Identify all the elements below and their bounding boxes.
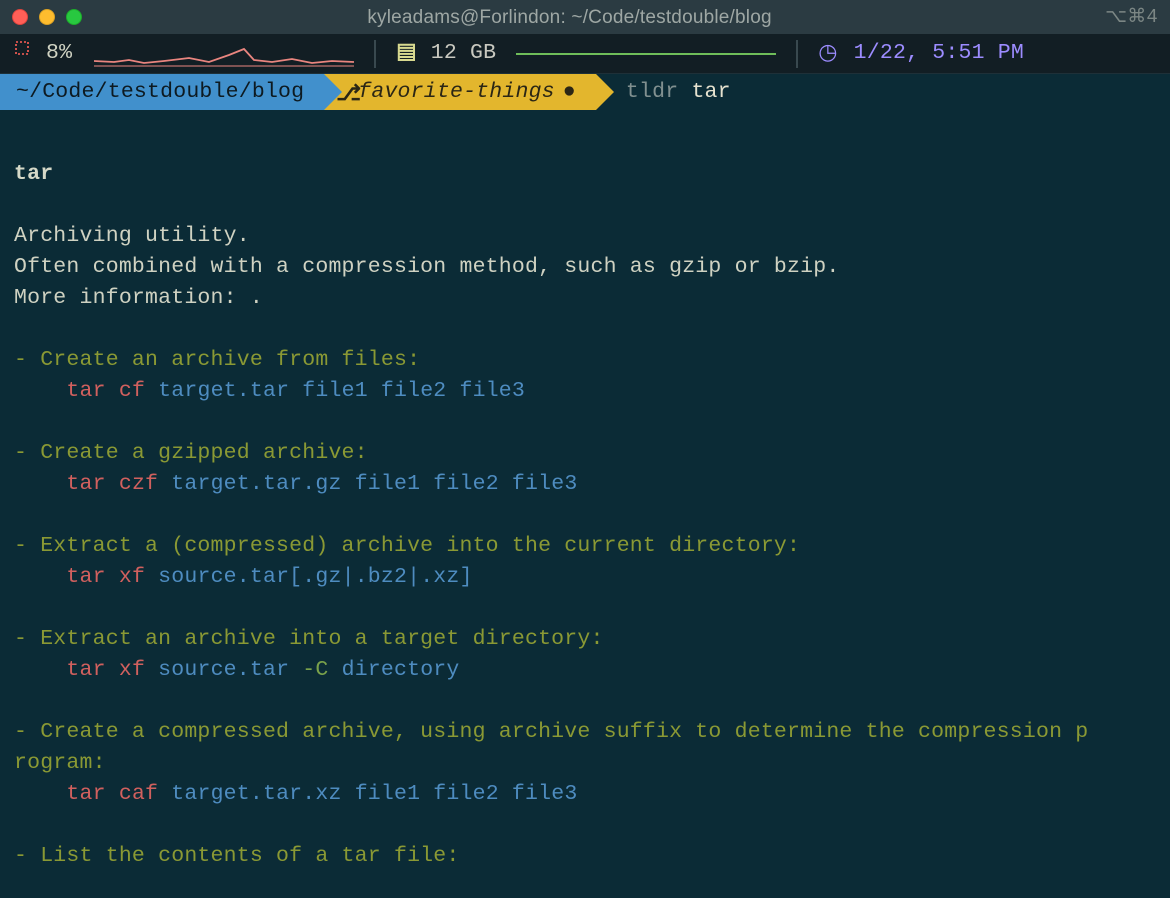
cpu-sparkline (94, 41, 354, 67)
git-dirty-icon: ● (563, 77, 576, 108)
status-separator (374, 40, 376, 68)
prompt-command[interactable]: tldr tar (596, 74, 731, 110)
clock-icon: ◷ (818, 38, 837, 69)
window-titlebar: kyleadams@Forlindon: ~/Code/testdouble/b… (0, 0, 1170, 34)
ram-icon: ▤ (396, 38, 417, 69)
tldr-body: tar Archiving utility. Often combined wi… (14, 159, 1156, 872)
ram-bar (516, 49, 776, 59)
prompt-cwd: ~/Code/testdouble/blog (16, 77, 304, 108)
status-bar: 8% ▤ 12 GB ◷ 1/22, 5:51 PM (0, 34, 1170, 74)
clock-value: 1/22, 5:51 PM (854, 38, 1024, 69)
command-name: tldr (626, 77, 678, 108)
prompt-cwd-segment: ~/Code/testdouble/blog (0, 74, 324, 110)
ram-value: 12 GB (431, 38, 497, 69)
prompt-branch-segment: ⎇ favorite-things ● (324, 74, 596, 110)
shell-prompt: ~/Code/testdouble/blog ⎇ favorite-things… (0, 74, 1170, 110)
prompt-branch: favorite-things (358, 77, 555, 108)
terminal-output[interactable]: tar Archiving utility. Often combined wi… (0, 110, 1170, 898)
status-separator (796, 40, 798, 68)
key-chord-label: ⌥⌘4 (1105, 2, 1158, 33)
command-arg: tar (691, 77, 730, 108)
cpu-chip-icon (12, 38, 32, 69)
close-icon[interactable] (12, 9, 28, 25)
window-title: kyleadams@Forlindon: ~/Code/testdouble/b… (34, 2, 1105, 33)
cpu-percent: 8% (46, 38, 72, 69)
